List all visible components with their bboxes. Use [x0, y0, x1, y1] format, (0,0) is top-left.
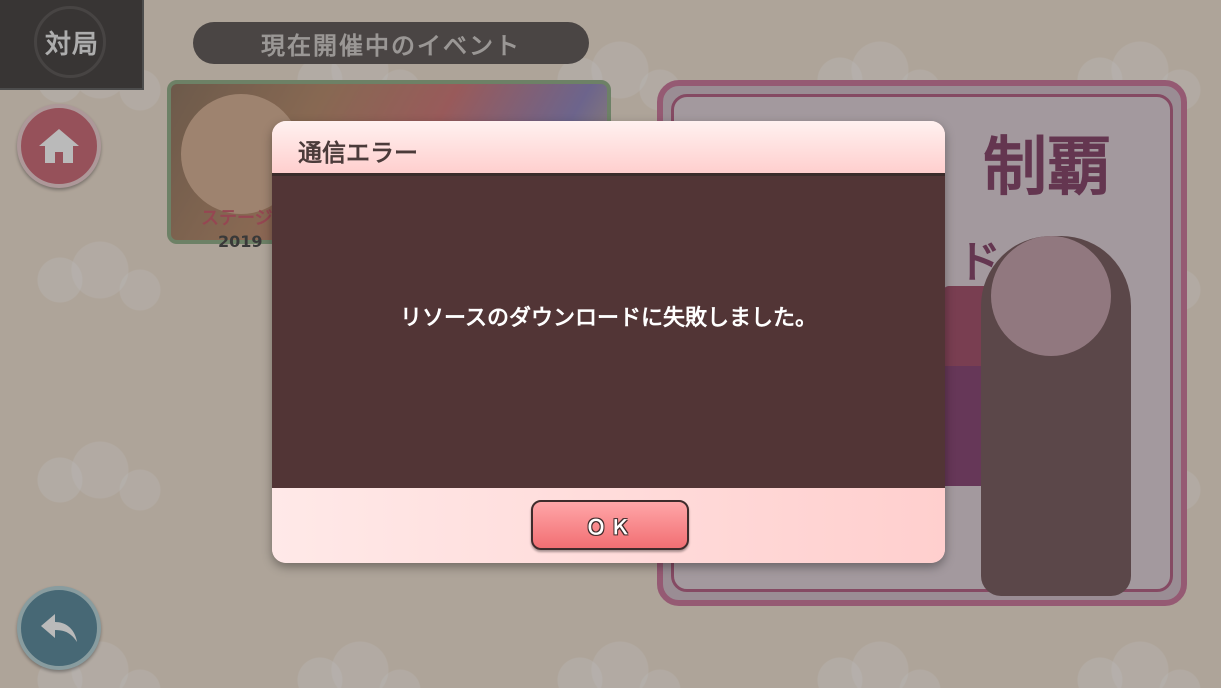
dialog-title: 通信エラー [298, 139, 418, 167]
dialog-message: リソースのダウンロードに失敗しました。 [400, 306, 817, 331]
dialog-footer: ＯＫ [272, 488, 945, 563]
error-dialog: 通信エラー リソースのダウンロードに失敗しました。 ＯＫ [272, 121, 945, 563]
dialog-header: 通信エラー [272, 121, 945, 176]
dialog-body: リソースのダウンロードに失敗しました。 [272, 176, 945, 488]
ok-button[interactable]: ＯＫ [531, 500, 689, 550]
